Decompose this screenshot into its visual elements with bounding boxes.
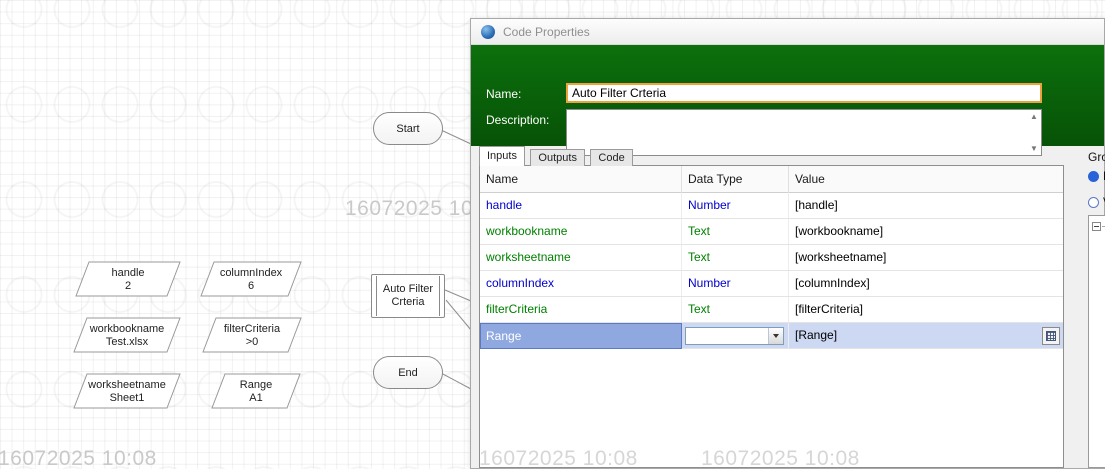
end-node-label: End xyxy=(398,366,418,379)
table-row[interactable]: workbookname Text [workbookname] xyxy=(480,219,1063,245)
inputs-table: Name Data Type Value handle Number [hand… xyxy=(479,165,1064,468)
cell-name: columnIndex xyxy=(486,276,555,290)
triangle-down-icon xyxy=(773,334,779,338)
tab-inputs[interactable]: Inputs xyxy=(479,146,525,166)
grid-icon xyxy=(1046,331,1056,341)
cell-value: [filterCriteria] xyxy=(795,302,864,316)
connector-line-action-a xyxy=(444,289,472,302)
table-header: Name Data Type Value xyxy=(480,166,1063,193)
radio-option-2[interactable] xyxy=(1088,197,1099,208)
code-stage-icon xyxy=(481,25,495,39)
expression-editor-button[interactable] xyxy=(1042,327,1060,345)
cell-value: [Range] xyxy=(795,328,838,342)
connector-line-action-b xyxy=(445,299,472,331)
cell-value: [worksheetname] xyxy=(795,250,887,264)
end-node[interactable]: End xyxy=(373,356,443,389)
scroll-up-icon[interactable]: ▲ xyxy=(1028,111,1040,122)
code-properties-dialog: Code Properties Name: Description: ▲ ▼ I… xyxy=(470,18,1105,469)
data-item-label: workbookname Test.xlsx xyxy=(89,323,165,348)
data-type-dropdown[interactable] xyxy=(685,327,784,345)
name-input[interactable] xyxy=(566,83,1042,103)
column-header-datatype[interactable]: Data Type xyxy=(682,166,789,193)
scroll-down-icon[interactable]: ▼ xyxy=(1028,143,1040,154)
selected-name-cell[interactable]: Range xyxy=(480,323,682,349)
dialog-header-panel: Name: Description: ▲ ▼ xyxy=(471,45,1104,156)
tab-code[interactable]: Code xyxy=(590,149,633,166)
table-body: handle Number [handle] workbookname Text… xyxy=(480,193,1063,467)
cell-type: Number xyxy=(688,276,731,290)
screen: Start Auto Filter Crteria End handle 2 co… xyxy=(0,0,1105,469)
table-row-selected[interactable]: Range [Range] xyxy=(480,323,1063,349)
radio-option-1[interactable] xyxy=(1088,171,1099,182)
connector-line-end xyxy=(440,372,472,390)
cell-name: filterCriteria xyxy=(486,302,548,316)
cell-value: [handle] xyxy=(795,198,838,212)
cell-value: [workbookname] xyxy=(795,224,884,238)
dialog-title: Code Properties xyxy=(503,25,590,39)
tree-expander-icon[interactable] xyxy=(1092,222,1101,231)
action-node-left-bar xyxy=(376,276,377,316)
description-label: Description: xyxy=(486,113,550,127)
cell-name: worksheetname xyxy=(486,250,571,264)
data-item-label: Range A1 xyxy=(239,379,273,404)
table-row[interactable]: handle Number [handle] xyxy=(480,193,1063,219)
cell-name: Range xyxy=(486,329,522,343)
column-header-value[interactable]: Value xyxy=(789,166,1063,193)
table-row[interactable]: columnIndex Number [columnIndex] xyxy=(480,271,1063,297)
cell-name: workbookname xyxy=(486,224,568,238)
start-node-label: Start xyxy=(396,122,420,135)
data-item-label: handle 2 xyxy=(111,267,145,292)
column-header-name[interactable]: Name xyxy=(480,166,682,193)
dropdown-arrow-icon[interactable] xyxy=(768,328,783,344)
cell-value: [columnIndex] xyxy=(795,276,870,290)
table-row[interactable]: worksheetname Text [worksheetname] xyxy=(480,245,1063,271)
table-row[interactable]: filterCriteria Text [filterCriteria] xyxy=(480,297,1063,323)
action-node-auto-filter[interactable]: Auto Filter Crteria xyxy=(371,274,445,318)
tab-outputs[interactable]: Outputs xyxy=(530,149,585,166)
group-label: Gro xyxy=(1088,150,1105,164)
start-node[interactable]: Start xyxy=(373,112,443,145)
data-item-label: filterCriteria >0 xyxy=(223,323,281,348)
description-input[interactable]: ▲ ▼ xyxy=(566,109,1042,156)
action-node-right-bar xyxy=(439,276,440,316)
data-item-label: worksheetname Sheet1 xyxy=(88,379,166,404)
data-item-label: columnIndex 6 xyxy=(219,267,283,292)
action-node-label: Auto Filter Crteria xyxy=(382,283,434,308)
cell-name: handle xyxy=(486,198,523,212)
connector-line-start xyxy=(440,129,472,145)
dialog-titlebar[interactable]: Code Properties xyxy=(471,19,1104,45)
name-label: Name: xyxy=(486,87,522,101)
group-tree[interactable] xyxy=(1088,215,1105,468)
cell-type: Text xyxy=(688,302,711,316)
dialog-tabs: Inputs Outputs Code xyxy=(479,146,634,166)
cell-type: Number xyxy=(688,198,731,212)
cell-type: Text xyxy=(688,224,711,238)
cell-type: Text xyxy=(688,250,711,264)
